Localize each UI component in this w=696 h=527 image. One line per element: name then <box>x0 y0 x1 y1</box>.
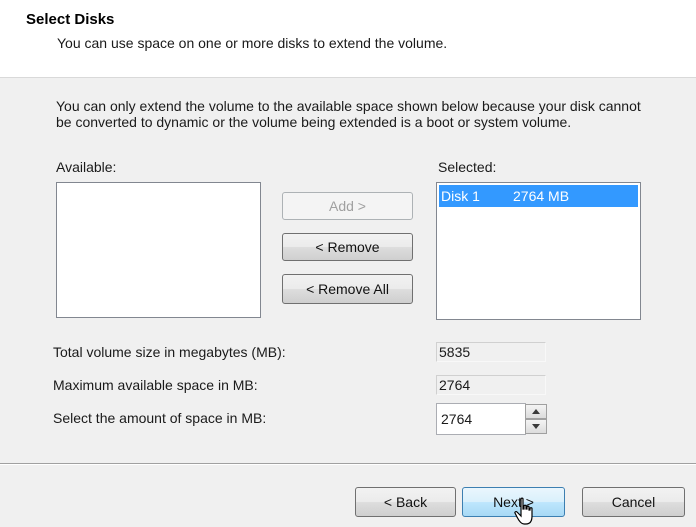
selected-listbox[interactable]: Disk 1 2764 MB <box>436 182 641 320</box>
total-size-label: Total volume size in megabytes (MB): <box>53 344 286 360</box>
space-amount-input[interactable]: 2764 <box>436 403 526 435</box>
disk-size: 2764 MB <box>513 188 570 204</box>
page-subtitle: You can use space on one or more disks t… <box>57 35 448 51</box>
select-space-label: Select the amount of space in MB: <box>53 410 267 426</box>
total-size-value: 5835 <box>436 342 546 362</box>
remove-button[interactable]: < Remove <box>282 233 413 261</box>
cancel-button[interactable]: Cancel <box>582 487 685 517</box>
footer-separator <box>0 463 696 465</box>
hand-pointer-icon <box>514 497 533 525</box>
max-space-label: Maximum available space in MB: <box>53 377 258 393</box>
page-title: Select Disks <box>26 11 115 28</box>
max-space-value: 2764 <box>436 375 546 395</box>
space-amount-spinner <box>525 404 547 434</box>
spin-down-button[interactable] <box>525 419 547 434</box>
back-button[interactable]: < Back <box>355 487 456 517</box>
list-item[interactable]: Disk 1 2764 MB <box>439 185 638 207</box>
available-label: Available: <box>56 159 117 175</box>
wizard-header: Select Disks You can use space on one or… <box>0 0 696 78</box>
chevron-up-icon <box>532 409 540 414</box>
add-button[interactable]: Add > <box>282 192 413 220</box>
spin-up-button[interactable] <box>525 404 547 419</box>
remove-all-button[interactable]: < Remove All <box>282 274 413 304</box>
disk-name: Disk 1 <box>441 188 480 204</box>
selected-label: Selected: <box>438 159 497 175</box>
available-listbox[interactable] <box>56 182 261 318</box>
notice-text: You can only extend the volume to the av… <box>56 98 641 130</box>
chevron-down-icon <box>532 424 540 429</box>
